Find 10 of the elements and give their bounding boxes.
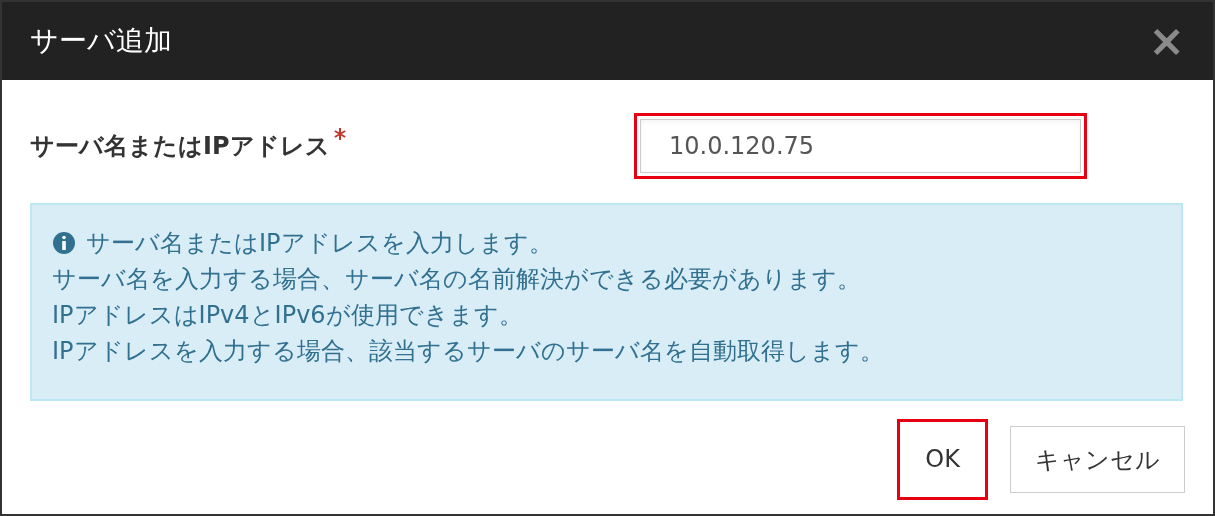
close-button[interactable]: × xyxy=(1148,19,1185,63)
info-icon xyxy=(52,231,76,255)
dialog-title: サーバ追加 xyxy=(30,23,172,59)
input-field[interactable]: 10.0.120.75 xyxy=(634,113,1087,179)
info-text: サーバ名を入力する場合、サーバ名の名前解決ができる必要があります。 xyxy=(52,264,861,295)
cancel-button[interactable]: キャンセル xyxy=(1010,426,1185,493)
info-text: IPアドレスはIPv4とIPv6が使用できます。 xyxy=(52,300,523,331)
field-label: サーバ名またはIPアドレス xyxy=(30,131,330,162)
info-text: IPアドレスを入力する場合、該当するサーバのサーバ名を自動取得します。 xyxy=(52,336,884,367)
info-text: サーバ名またはIPアドレスを入力します。 xyxy=(86,228,553,259)
